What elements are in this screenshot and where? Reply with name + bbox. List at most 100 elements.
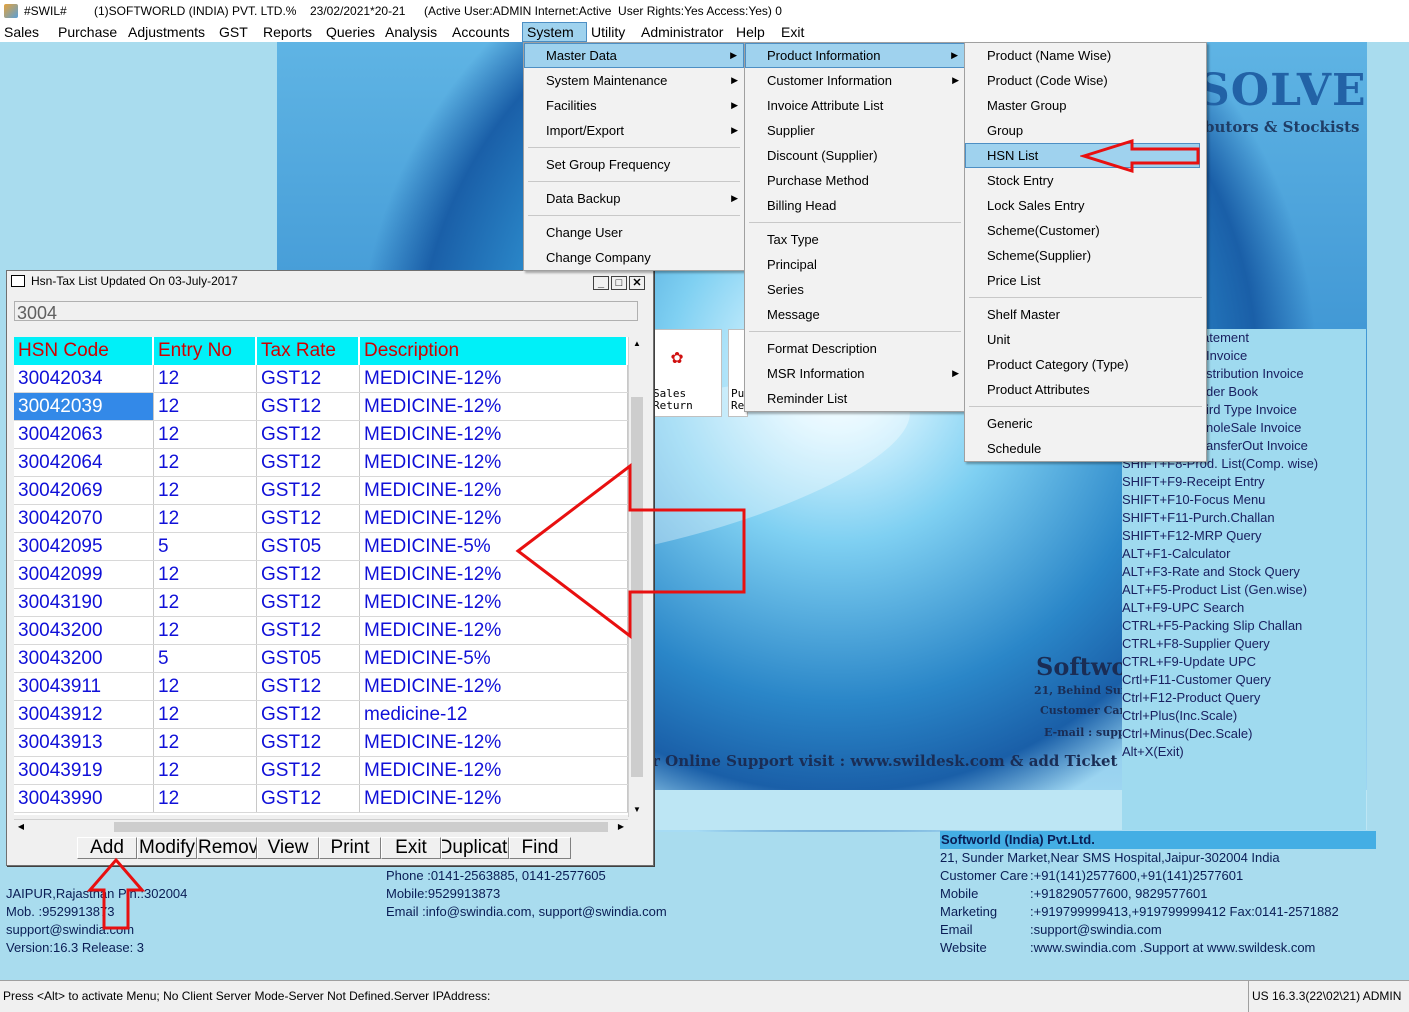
menu-item-data-backup[interactable]: Data Backup ▶ [524,186,744,211]
add-button[interactable]: Add [77,837,137,859]
menu-item-reminder-list[interactable]: Reminder List [745,386,965,411]
table-row[interactable]: 30042070 12 GST12 MEDICINE-12% [14,505,628,533]
company-name-band: Softworld (India) Pvt.Ltd. [940,831,1376,849]
menu-item-change-user[interactable]: Change User [524,220,744,245]
menu-accounts[interactable]: Accounts [448,22,522,42]
col-entry-no[interactable]: Entry No [154,337,257,365]
horizontal-scrollbar[interactable]: ◀ ▶ [14,819,628,833]
sales-return-icon: ✿ [671,344,684,368]
menu-item-message[interactable]: Message [745,302,965,327]
menu-item-price-list[interactable]: Price List [965,268,1206,293]
cell-hsn-code: 30042069 [14,477,154,504]
menu-item-scheme-customer[interactable]: Scheme(Customer) [965,218,1206,243]
menu-item-format-description[interactable]: Format Description [745,336,965,361]
window-menu-icon[interactable] [11,275,25,287]
h-scroll-thumb[interactable] [114,822,608,832]
col-tax-rate[interactable]: Tax Rate [257,337,360,365]
table-row[interactable]: 30043912 12 GST12 medicine-12 [14,701,628,729]
menu-item-change-company[interactable]: Change Company [524,245,744,270]
menu-item-lock-sales-entry[interactable]: Lock Sales Entry [965,193,1206,218]
table-row[interactable]: 30043911 12 GST12 MEDICINE-12% [14,673,628,701]
shortcut-item: ALT+F5-Product List (Gen.wise) [1122,582,1308,597]
duplicate-button[interactable]: Duplicat [441,837,509,859]
print-button[interactable]: Print [319,837,381,859]
menu-item-series[interactable]: Series [745,277,965,302]
scroll-thumb[interactable] [631,397,643,777]
menu-item-system-maintenance[interactable]: System Maintenance ▶ [524,68,744,93]
table-row[interactable]: 30043200 5 GST05 MEDICINE-5% [14,645,628,673]
table-row[interactable]: 30043990 12 GST12 MEDICINE-12% [14,785,628,813]
menu-item-schedule[interactable]: Schedule [965,436,1206,461]
menu-item-customer-information[interactable]: Customer Information ▶ [745,68,965,93]
menu-item-tax-type[interactable]: Tax Type [745,227,965,252]
left-address-line: support@swindia.com [6,922,135,937]
vertical-scrollbar[interactable]: ▲ ▼ [628,337,644,817]
table-row[interactable]: 30042039 12 GST12 MEDICINE-12% [14,393,628,421]
menu-item-principal[interactable]: Principal [745,252,965,277]
table-row[interactable]: 30042064 12 GST12 MEDICINE-12% [14,449,628,477]
scroll-left-icon[interactable]: ◀ [14,820,28,834]
menu-item-hsn-list[interactable]: HSN List [965,143,1200,168]
view-button[interactable]: View [257,837,319,859]
menu-item-invoice-attribute-list[interactable]: Invoice Attribute List [745,93,965,118]
menu-system[interactable]: System [522,22,587,42]
table-row[interactable]: 30043200 12 GST12 MEDICINE-12% [14,617,628,645]
menu-item-facilities[interactable]: Facilities ▶ [524,93,744,118]
table-row[interactable]: 30042034 12 GST12 MEDICINE-12% [14,365,628,393]
table-row[interactable]: 30043913 12 GST12 MEDICINE-12% [14,729,628,757]
hsn-search-input[interactable]: 3004 [14,301,638,321]
menu-help[interactable]: Help [732,22,777,42]
menu-item-generic[interactable]: Generic [965,411,1206,436]
cell-tax-rate: GST12 [257,617,360,644]
menu-item-shelf-master[interactable]: Shelf Master [965,302,1206,327]
menu-item-group[interactable]: Group [965,118,1206,143]
menu-item-set-group-frequency[interactable]: Set Group Frequency [524,152,744,177]
menu-utility[interactable]: Utility [587,22,637,42]
menu-sales[interactable]: Sales [0,22,54,42]
menu-item-billing-head[interactable]: Billing Head [745,193,965,218]
menu-item-master-data[interactable]: Master Data ▶ [524,43,744,68]
menu-analysis[interactable]: Analysis [381,22,448,42]
close-button[interactable]: ✕ [629,276,645,290]
menu-item-unit[interactable]: Unit [965,327,1206,352]
scroll-down-icon[interactable]: ▼ [630,803,644,817]
table-row[interactable]: 30042095 5 GST05 MEDICINE-5% [14,533,628,561]
menu-item-supplier[interactable]: Supplier [745,118,965,143]
menu-item-master-group[interactable]: Master Group [965,93,1206,118]
cell-entry-no: 12 [154,477,257,504]
menu-administrator[interactable]: Administrator [637,22,732,42]
menu-gst[interactable]: GST [215,22,259,42]
menu-item-import-export[interactable]: Import/Export ▶ [524,118,744,143]
menu-queries[interactable]: Queries [322,22,381,42]
menu-item-scheme-supplier[interactable]: Scheme(Supplier) [965,243,1206,268]
table-row[interactable]: 30043919 12 GST12 MEDICINE-12% [14,757,628,785]
menu-item-product-attributes[interactable]: Product Attributes [965,377,1206,402]
exit-button[interactable]: Exit [381,837,441,859]
sales-return-button[interactable]: ✿ Sales Return [652,329,722,417]
menu-item-product-code-wise[interactable]: Product (Code Wise) [965,68,1206,93]
menu-reports[interactable]: Reports [259,22,322,42]
scroll-right-icon[interactable]: ▶ [614,820,628,834]
col-hsn-code[interactable]: HSN Code [14,337,154,365]
scroll-up-icon[interactable]: ▲ [630,337,644,351]
menu-exit[interactable]: Exit [777,22,817,42]
menu-adjustments[interactable]: Adjustments [124,22,215,42]
remove-button[interactable]: Remove [197,837,257,859]
menu-item-msr-information[interactable]: MSR Information ▶ [745,361,965,386]
table-row[interactable]: 30043190 12 GST12 MEDICINE-12% [14,589,628,617]
table-row[interactable]: 30042069 12 GST12 MEDICINE-12% [14,477,628,505]
table-row[interactable]: 30042099 12 GST12 MEDICINE-12% [14,561,628,589]
menu-item-discount-supplier[interactable]: Discount (Supplier) [745,143,965,168]
minimize-button[interactable]: _ [593,276,609,290]
col-description[interactable]: Description [360,337,628,365]
maximize-button[interactable]: □ [611,276,627,290]
table-row[interactable]: 30042063 12 GST12 MEDICINE-12% [14,421,628,449]
menu-item-product-name-wise[interactable]: Product (Name Wise) [965,43,1206,68]
menu-item-stock-entry[interactable]: Stock Entry [965,168,1206,193]
modify-button[interactable]: Modify [137,837,197,859]
menu-item-purchase-method[interactable]: Purchase Method [745,168,965,193]
menu-purchase[interactable]: Purchase [54,22,124,42]
menu-item-product-category[interactable]: Product Category (Type) [965,352,1206,377]
find-button[interactable]: Find [509,837,571,859]
menu-item-product-information[interactable]: Product Information ▶ [745,43,965,68]
